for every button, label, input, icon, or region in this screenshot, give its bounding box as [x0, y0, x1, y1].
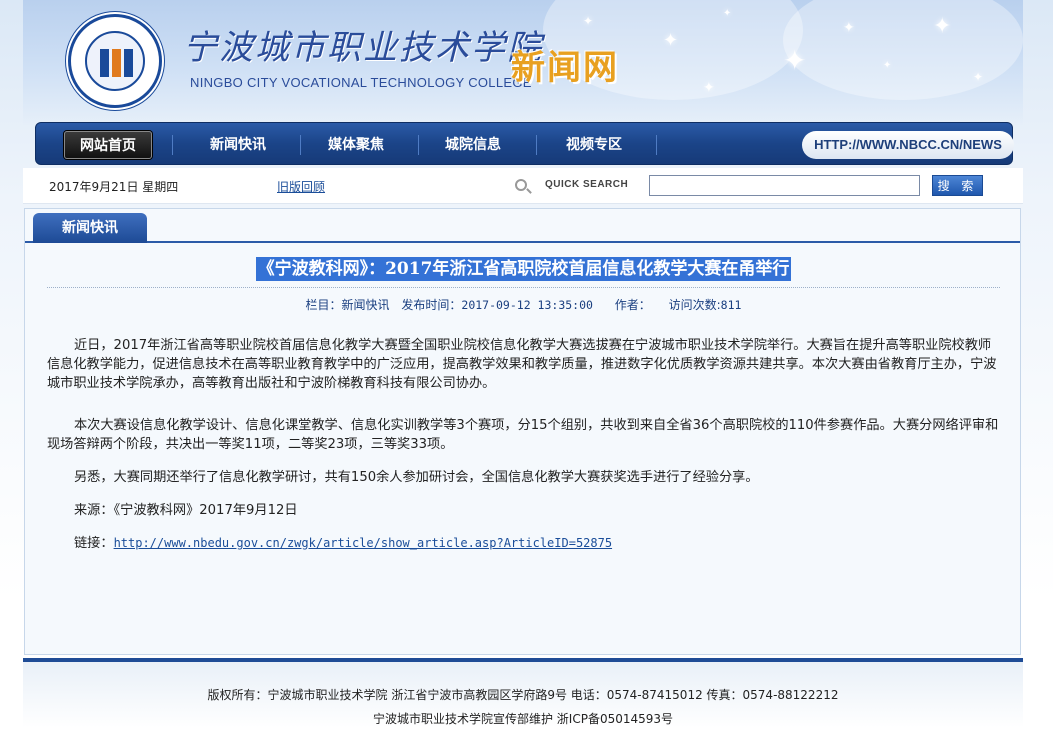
sparkle-icon: ✦ [663, 30, 679, 51]
meta-time-label: 发布时间： [401, 298, 462, 312]
article-paragraph: 来源：《宁波教科网》2017年9月12日 [74, 503, 298, 518]
sparkle-icon: ✦ [843, 20, 855, 36]
article-title-row: 《宁波教科网》：2017年浙江省高职院校首届信息化教学大赛在甬举行 [25, 257, 1022, 281]
sparkle-icon: ✦ [723, 8, 732, 19]
panel-tab-bar: 新闻快讯 [25, 209, 1020, 243]
search-button[interactable]: 搜 索 [932, 175, 983, 196]
copyright-line: 版权所有：宁波城市职业技术学院 浙江省宁波市高教园区学府路9号 电话：0574-… [207, 688, 839, 702]
meta-column: 栏目：新闻快讯 [305, 298, 390, 312]
college-name-cn: 宁波城市职业技术学院 [183, 28, 543, 68]
sparkle-icon: ✦ [883, 60, 892, 71]
article-paragraph: 本次大赛设信息化教学设计、信息化课堂教学、信息化实训教学等3个赛项，分15个组别… [47, 418, 999, 452]
nav-item-news[interactable]: 新闻快讯 [194, 131, 282, 159]
article-paragraph: 近日，2017年浙江省高等职业院校首届信息化教学大赛暨全国职业院校信息化教学大赛… [47, 338, 997, 391]
maintainer-line: 宁波城市职业技术学院宣传部维护 浙ICP备05014593号 [372, 712, 674, 726]
main-nav: 网站首页 新闻快讯 媒体聚焦 城院信息 视频专区 HTTP://WWW.NBCC… [35, 122, 1014, 165]
sparkle-icon: ✦ [583, 14, 594, 28]
article-link-line: 链接：http://www.nbedu.gov.cn/zwgk/article/… [47, 534, 1000, 553]
sparkle-icon: ✦ [973, 70, 984, 84]
link-label: 链接： [74, 536, 114, 551]
old-version-link[interactable]: 旧版回顾 [277, 178, 325, 195]
title-divider [47, 287, 1000, 288]
nav-item-media[interactable]: 媒体聚焦 [312, 131, 400, 159]
meta-time-value: 2017-09-12 13:35:00 [461, 298, 593, 312]
nav-item-home[interactable]: 网站首页 [64, 131, 152, 159]
nav-item-campus-info[interactable]: 城院信息 [429, 131, 517, 159]
article-title: 《宁波教科网》：2017年浙江省高职院校首届信息化教学大赛在甬举行 [255, 257, 792, 281]
meta-author: 作者： [614, 298, 651, 312]
site-header: ✦ ✦ ✦ ✦ ✦ ✦ ✦ ✦ ✦ 宁波城市职业技术学院 NINGBO CITY… [23, 0, 1023, 125]
site-url-badge[interactable]: HTTP://WWW.NBCC.CN/NEWS [802, 131, 1014, 159]
search-input[interactable] [649, 175, 920, 196]
nav-item-video[interactable]: 视频专区 [550, 131, 638, 159]
site-footer: 版权所有：宁波城市职业技术学院 浙江省宁波市高教园区学府路9号 电话：0574-… [23, 658, 1023, 756]
current-date: 2017年9月21日 星期四 [49, 180, 179, 194]
article-paragraph: 另悉，大赛同期还举行了信息化教学研讨，共有150余人参加研讨会，全国信息化教学大… [74, 470, 759, 485]
source-link[interactable]: http://www.nbedu.gov.cn/zwgk/article/sho… [114, 536, 613, 550]
college-name-en: NINGBO CITY VOCATIONAL TECHNOLOGY COLLEG… [190, 75, 532, 90]
sparkle-icon: ✦ [783, 44, 807, 77]
article-meta: 栏目：新闻快讯 发布时间：2017-09-12 13:35:00 作者： 访问次… [25, 296, 1022, 313]
sparkle-icon: ✦ [703, 80, 715, 96]
search-icon [515, 179, 527, 191]
college-logo [68, 14, 162, 108]
quick-search-label: QUICK SEARCH [545, 179, 629, 190]
article-body: 近日，2017年浙江省高等职业院校首届信息化教学大赛暨全国职业院校信息化教学大赛… [47, 336, 1000, 553]
info-bar: 2017年9月21日 星期四 旧版回顾 QUICK SEARCH 搜 索 [23, 168, 1023, 204]
site-name: 新闻网 [511, 48, 619, 88]
tab-news[interactable]: 新闻快讯 [33, 213, 147, 243]
meta-views-value: 811 [720, 298, 742, 312]
article-panel: 新闻快讯 《宁波教科网》：2017年浙江省高职院校首届信息化教学大赛在甬举行 栏… [24, 208, 1021, 655]
sparkle-icon: ✦ [933, 14, 952, 39]
meta-views-label: 访问次数: [668, 298, 721, 312]
